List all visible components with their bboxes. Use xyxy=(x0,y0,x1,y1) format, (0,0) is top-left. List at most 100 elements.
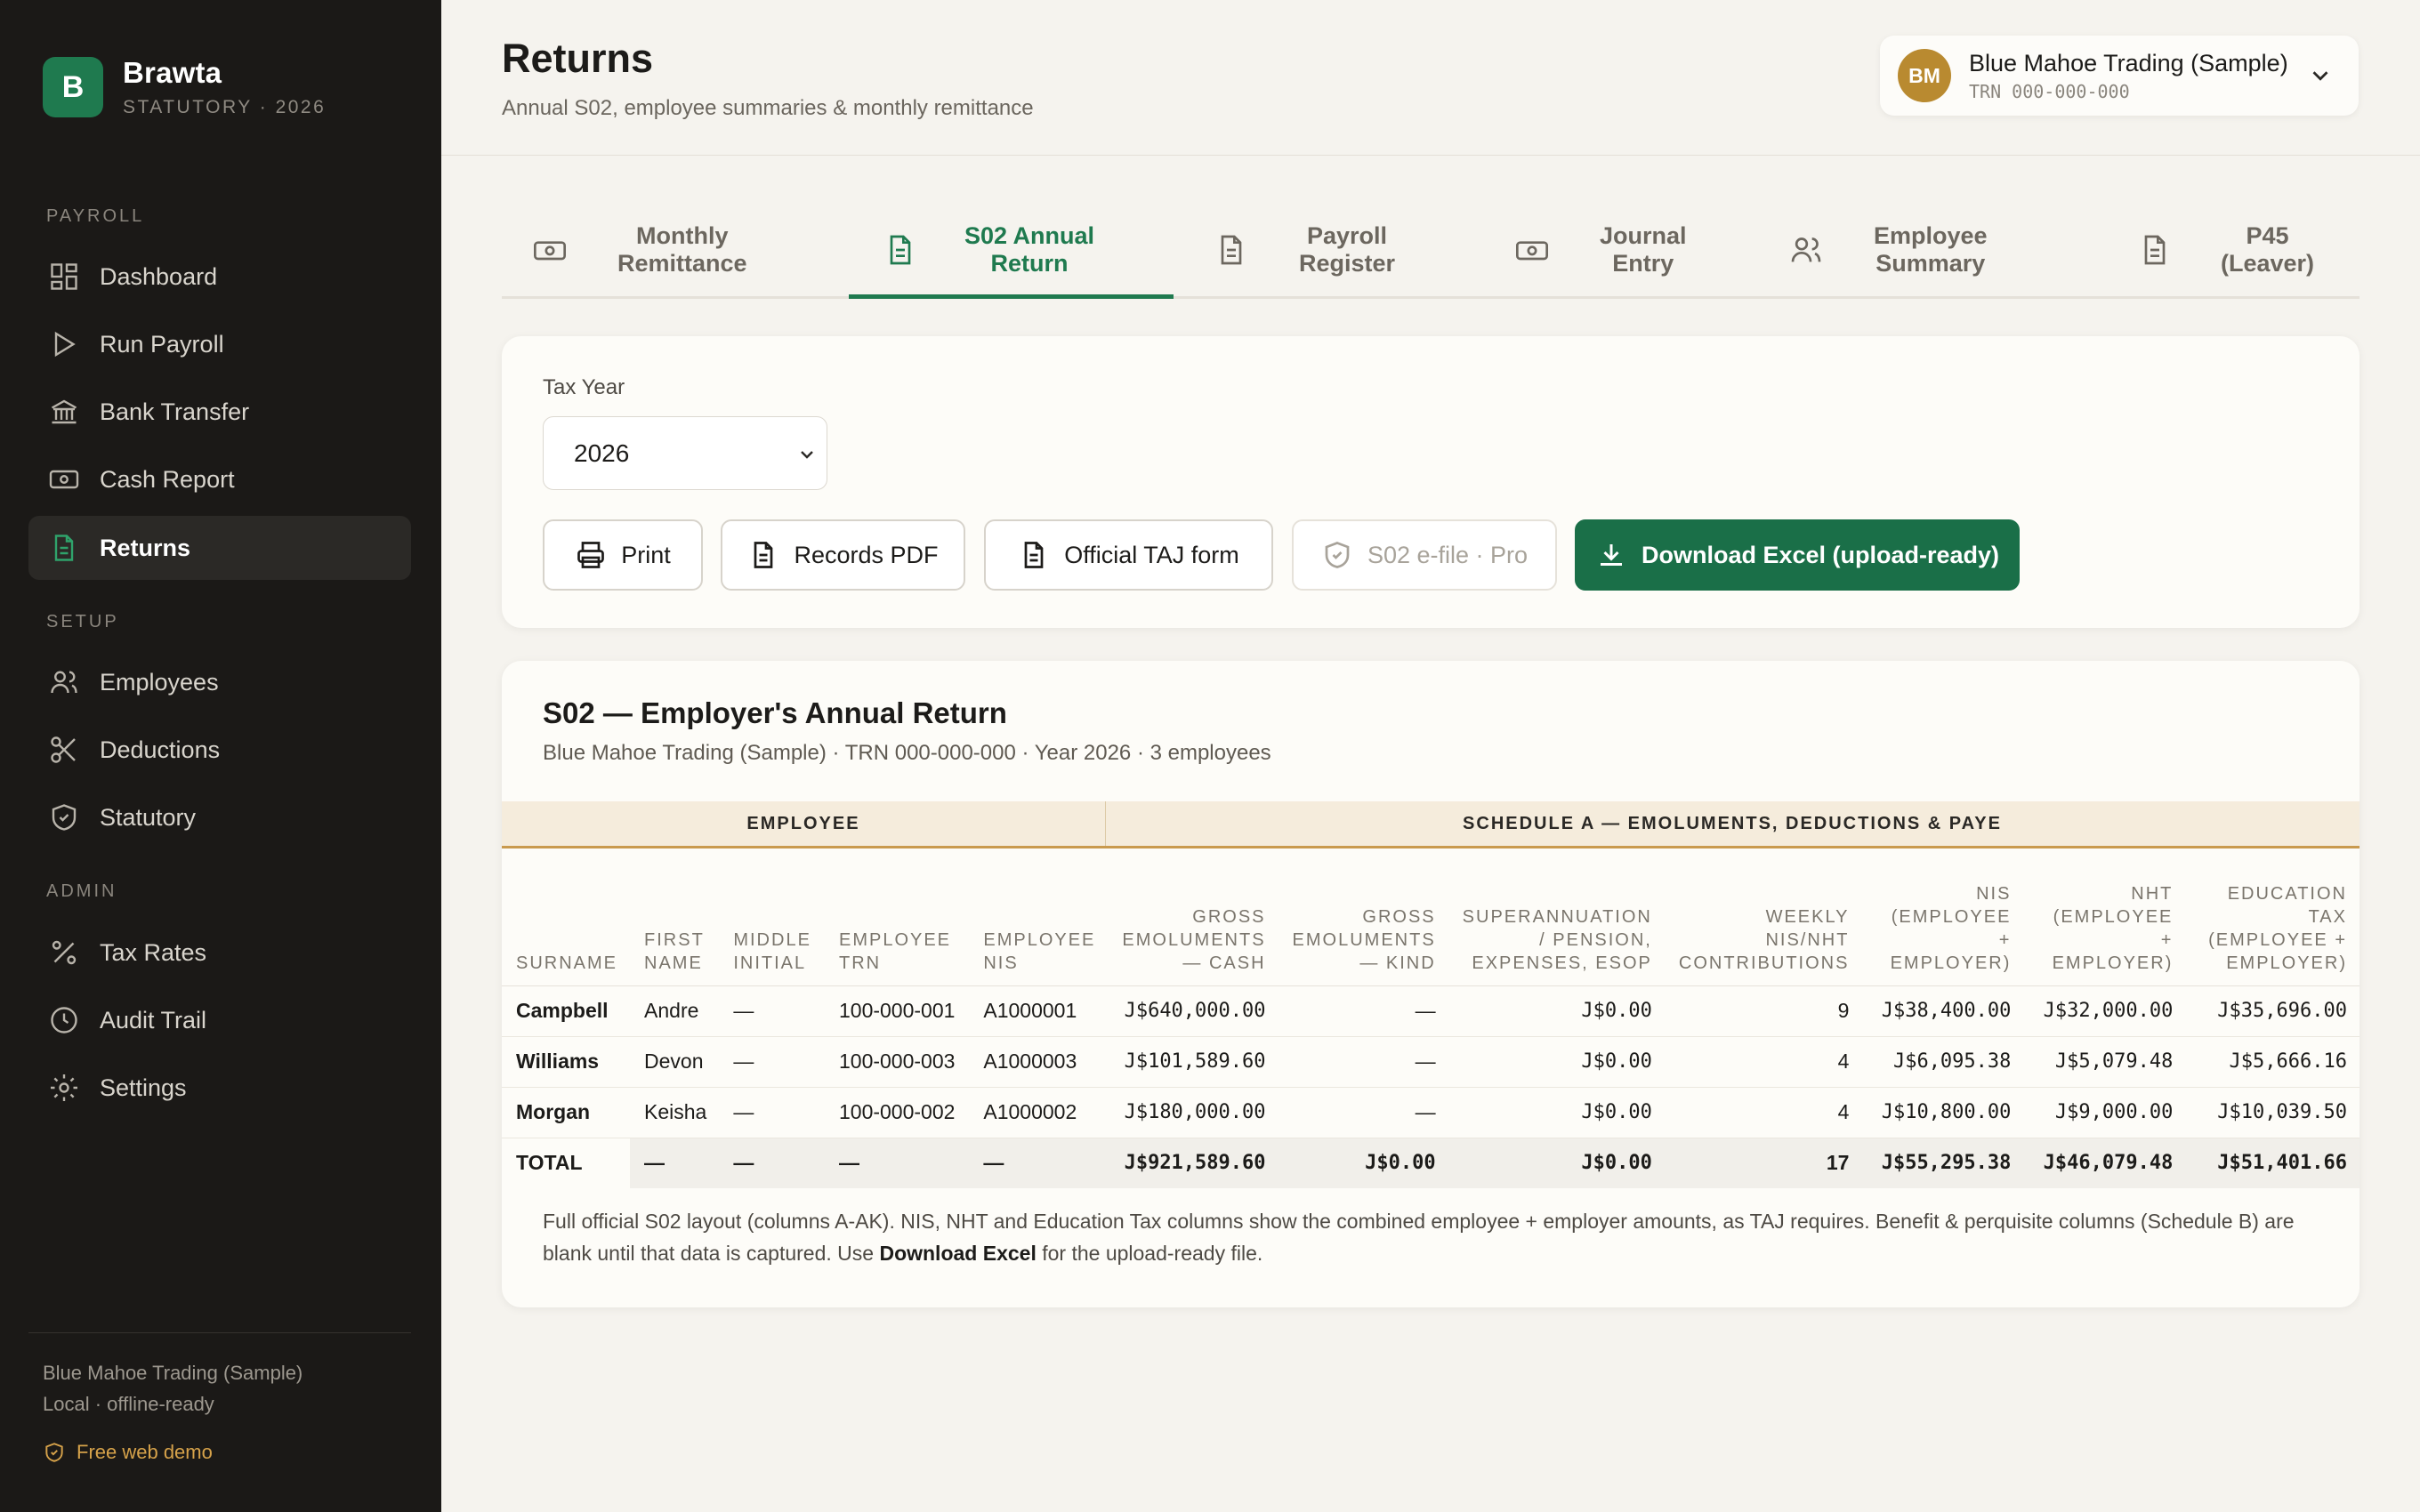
sidebar-item-employees[interactable]: Employees xyxy=(28,650,411,714)
download-excel-button[interactable]: Download Excel (upload-ready) xyxy=(1575,519,2020,591)
tab-s02-annual-return[interactable]: S02 Annual Return xyxy=(883,201,1167,299)
tab-employee-summary[interactable]: Employee Summary xyxy=(1788,201,2046,299)
sidebar-divider xyxy=(28,1332,411,1333)
table-row[interactable]: Campbell Andre —100-000-001 A1000001 J$640,0… xyxy=(502,985,2360,1037)
document-icon xyxy=(1214,232,1249,268)
col-nis[interactable]: NIS (EMPLOYEE + EMPLOYER) xyxy=(1861,848,2024,986)
users-icon xyxy=(48,666,80,698)
chevron-down-icon xyxy=(2307,62,2334,89)
sidebar-item-dashboard[interactable]: Dashboard xyxy=(28,245,411,309)
sidebar-item-statutory[interactable]: Statutory xyxy=(28,785,411,849)
table-cell: TOTAL xyxy=(502,1138,631,1188)
s02-title: S02 — Employer's Annual Return xyxy=(543,696,1007,729)
official-taj-label: Official TAJ form xyxy=(1064,541,1239,568)
document-icon xyxy=(883,232,918,268)
col-education-tax[interactable]: EDUCATION TAX (EMPLOYEE + EMPLOYER) xyxy=(2185,848,2360,986)
sidebar-item-label: Settings xyxy=(100,1074,187,1101)
col-weekly-contributions[interactable]: WEEKLY NIS/NHT CONTRIBUTIONS xyxy=(1664,848,1862,986)
s02-card: S02 — Employer's Annual Return Blue Maho… xyxy=(502,661,2360,1307)
table-cell: J$0.00 xyxy=(1448,1138,1665,1188)
cash-icon xyxy=(532,232,568,268)
clock-icon xyxy=(48,1004,80,1036)
col-employee-trn[interactable]: EMPLOYEE TRN xyxy=(824,848,970,986)
tax-year-select[interactable]: 2026 xyxy=(543,416,827,490)
table-cell: 100-000-002 xyxy=(824,1087,970,1138)
records-pdf-button[interactable]: Records PDF xyxy=(721,519,965,591)
table-cell: 4 xyxy=(1664,1087,1862,1138)
sidebar-item-run-payroll[interactable]: Run Payroll xyxy=(28,312,411,376)
percent-icon xyxy=(48,937,80,969)
table-cell: J$0.00 xyxy=(1448,1036,1665,1088)
table-cell: 4 xyxy=(1664,1036,1862,1088)
print-label: Print xyxy=(621,541,671,568)
table-header-row: SURNAME FIRST NAME MIDDLE INITIAL EMPLOY… xyxy=(502,848,2360,986)
table-cell: J$0.00 xyxy=(1448,985,1665,1037)
demo-link-label: Free web demo xyxy=(77,1441,213,1463)
section-label-admin: ADMIN xyxy=(46,881,117,901)
company-switcher[interactable]: BM Blue Mahoe Trading (Sample) TRN 000-0… xyxy=(1880,36,2359,116)
table-cell: J$35,696.00 xyxy=(2185,985,2360,1037)
gear-icon xyxy=(48,1072,80,1104)
scissors-icon xyxy=(48,734,80,766)
col-superannuation[interactable]: SUPERANNUATION / PENSION, EXPENSES, ESOP xyxy=(1448,848,1665,986)
tab-monthly-remittance[interactable]: Monthly Remittance xyxy=(532,201,817,299)
band-employee: EMPLOYEE xyxy=(746,813,860,833)
tab-payroll-register[interactable]: Payroll Register xyxy=(1214,201,1472,299)
col-gross-kind[interactable]: GROSS EMOLUMENTS — KIND xyxy=(1278,848,1448,986)
s02-footnote: Full official S02 layout (columns A-AK).… xyxy=(543,1210,2295,1265)
sidebar-item-label: Dashboard xyxy=(100,262,218,290)
sidebar-item-tax-rates[interactable]: Tax Rates xyxy=(28,921,411,985)
print-button[interactable]: Print xyxy=(543,519,703,591)
col-first-name[interactable]: FIRST NAME xyxy=(630,848,720,986)
bank-icon xyxy=(48,396,80,428)
footer-status: Local · offline-ready xyxy=(43,1393,214,1415)
table-cell: J$10,800.00 xyxy=(1861,1087,2024,1138)
brand-logo: B xyxy=(43,57,103,117)
dashboard-icon xyxy=(48,261,80,293)
active-tab-indicator xyxy=(849,294,1174,299)
page-title: Returns xyxy=(502,36,654,81)
sidebar-item-bank-transfer[interactable]: Bank Transfer xyxy=(28,380,411,444)
company-trn: TRN 000-000-000 xyxy=(1969,80,2130,102)
col-middle-initial[interactable]: MIDDLE INITIAL xyxy=(719,848,825,986)
tab-journal-entry[interactable]: Journal Entry xyxy=(1514,201,1772,299)
company-name: Blue Mahoe Trading (Sample) xyxy=(1969,49,2288,76)
table-cell: 100-000-003 xyxy=(824,1036,970,1088)
sidebar-item-settings[interactable]: Settings xyxy=(28,1056,411,1120)
col-gross-cash[interactable]: GROSS EMOLUMENTS — CASH xyxy=(1108,848,1279,986)
table-cell: — xyxy=(719,1087,825,1138)
efile-label: S02 e-file · Pro xyxy=(1367,541,1529,568)
official-taj-form-button[interactable]: Official TAJ form xyxy=(984,519,1273,591)
free-web-demo-link[interactable]: Free web demo xyxy=(43,1441,213,1464)
table-cell: — xyxy=(719,1036,825,1088)
document-icon xyxy=(747,539,779,571)
download-icon xyxy=(1595,539,1627,571)
sidebar-item-label: Tax Rates xyxy=(100,938,207,966)
table-cell: J$32,000.00 xyxy=(2023,985,2186,1037)
table-cell: Keisha xyxy=(630,1087,720,1138)
s02-efile-button[interactable]: S02 e-file · Pro xyxy=(1292,519,1557,591)
column-group-band: EMPLOYEE SCHEDULE A — EMOLUMENTS, DEDUCT… xyxy=(502,801,2360,848)
tab-p45-leaver[interactable]: P45 (Leaver) xyxy=(2137,201,2351,299)
sidebar-item-audit-trail[interactable]: Audit Trail xyxy=(28,988,411,1052)
table-cell: Williams xyxy=(502,1036,631,1088)
col-employee-nis[interactable]: EMPLOYEE NIS xyxy=(969,848,1109,986)
tab-label: Journal Entry xyxy=(1600,222,1687,277)
s02-subtitle: Blue Mahoe Trading (Sample) · TRN 000-00… xyxy=(543,741,1271,765)
brand-name: Brawta xyxy=(123,56,222,89)
table-cell: — xyxy=(969,1138,1109,1188)
controls-card: Tax Year 2026 Print Records PDF Official… xyxy=(502,336,2360,628)
table-cell: J$51,401.66 xyxy=(2185,1138,2360,1188)
document-icon xyxy=(48,532,80,564)
sidebar-item-label: Run Payroll xyxy=(100,330,224,358)
sidebar-item-returns[interactable]: Returns xyxy=(28,516,411,580)
sidebar-item-deductions[interactable]: Deductions xyxy=(28,718,411,782)
col-nht[interactable]: NHT (EMPLOYEE + EMPLOYER) xyxy=(2023,848,2186,986)
col-surname[interactable]: SURNAME xyxy=(502,848,631,986)
sidebar-item-cash-report[interactable]: Cash Report xyxy=(28,447,411,511)
table-cell: — xyxy=(1278,1087,1448,1138)
table-row[interactable]: Morgan Keisha —100-000-002 A1000002 J$180,00… xyxy=(502,1087,2360,1138)
tax-year-label: Tax Year xyxy=(543,375,625,399)
table-row[interactable]: Williams Devon —100-000-003 A1000003 J$101,5… xyxy=(502,1036,2360,1088)
sidebar-footer: Blue Mahoe Trading (Sample) Local · offl… xyxy=(43,1357,302,1420)
